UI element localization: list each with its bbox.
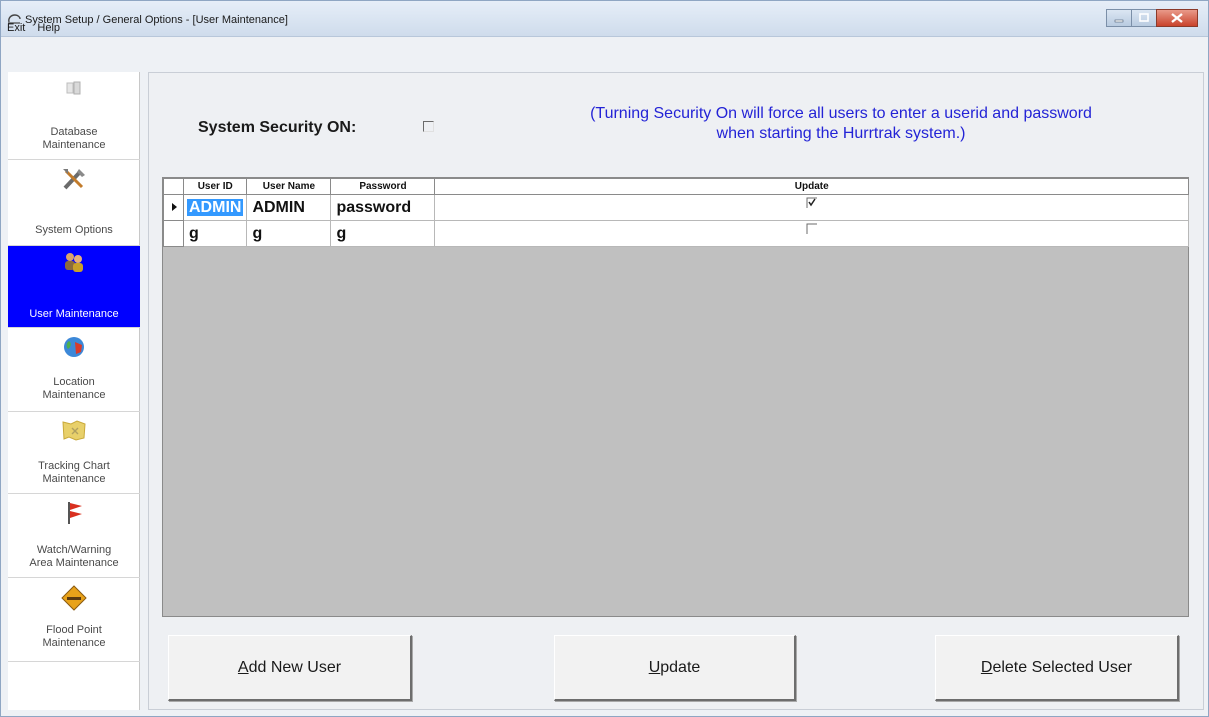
sidebar-item-label: Tracking Chart — [38, 460, 110, 472]
delete-selected-user-button[interactable]: Delete Selected User — [935, 635, 1179, 701]
menu-bar: Exit Help — [1, 22, 1208, 38]
sidebar-item-label: System Options — [35, 224, 113, 236]
add-new-user-button[interactable]: Add New User — [168, 635, 412, 701]
update-checkbox-checked[interactable] — [806, 197, 818, 209]
system-security-checkbox[interactable] — [423, 121, 434, 132]
map-icon — [62, 420, 86, 441]
table-header-row: User ID User Name Password Update — [163, 178, 1189, 195]
tools-icon — [63, 169, 85, 190]
column-header-password[interactable]: Password — [330, 178, 436, 195]
title-bar: System Setup / General Options - [User M… — [1, 1, 1208, 37]
sidebar-item-label: Maintenance — [42, 637, 106, 649]
table-row[interactable]: ADMIN ADMIN password — [163, 194, 1189, 221]
table-row[interactable]: g g g — [163, 220, 1189, 247]
update-checkbox[interactable] — [806, 223, 818, 235]
button-label: Add New User — [237, 658, 342, 676]
update-button[interactable]: Update — [554, 635, 796, 701]
cell-user-name[interactable]: g — [246, 220, 332, 247]
row-header — [163, 220, 184, 247]
flood-sign-icon — [61, 585, 87, 611]
button-label: Delete Selected User — [980, 658, 1133, 676]
system-security-label: System Security ON: — [198, 119, 357, 136]
sidebar-item-label: Database — [50, 126, 98, 138]
button-label: Update — [648, 658, 701, 676]
sidebar-item-location-maintenance[interactable]: Location Maintenance — [8, 328, 140, 412]
security-notice-line: when starting the Hurrtrak system.) — [716, 125, 966, 142]
row-header-corner — [163, 178, 184, 195]
column-header-user-id[interactable]: User ID — [182, 178, 248, 195]
sidebar-item-label: Area Maintenance — [29, 557, 119, 569]
sidebar-item-user-maintenance[interactable]: User Maintenance — [8, 246, 140, 328]
sidebar-item-label: Maintenance — [42, 139, 106, 151]
column-header-update[interactable]: Update — [434, 178, 1189, 195]
sidebar-item-label: Maintenance — [42, 473, 106, 485]
cell-update — [434, 194, 1189, 221]
users-table: User ID User Name Password Update ADMIN … — [163, 178, 1189, 247]
cell-user-id[interactable]: g — [182, 220, 248, 247]
cell-password[interactable]: g — [330, 220, 436, 247]
app-window: System Setup / General Options - [User M… — [0, 0, 1209, 717]
security-notice: (Turning Security On will force all user… — [521, 104, 1161, 144]
sidebar: Database Maintenance System Options User… — [8, 72, 140, 710]
cell-update — [434, 220, 1189, 247]
menu-exit[interactable]: Exit — [7, 22, 25, 34]
sidebar-item-label: Flood Point — [46, 624, 102, 636]
sidebar-item-flood-point-maintenance[interactable]: Flood Point Maintenance — [8, 578, 140, 662]
cell-password[interactable]: password — [330, 194, 436, 221]
sidebar-item-label: User Maintenance — [29, 308, 119, 320]
cell-user-id[interactable]: ADMIN — [182, 194, 248, 221]
sidebar-item-tracking-chart-maintenance[interactable]: Tracking Chart Maintenance — [8, 412, 140, 494]
sidebar-item-system-options[interactable]: System Options — [8, 160, 140, 246]
warning-flag-icon — [68, 502, 82, 524]
database-icon — [66, 81, 81, 95]
users-icon — [65, 253, 83, 272]
sidebar-item-label: Watch/Warning — [36, 544, 112, 556]
current-row-indicator-icon — [163, 194, 184, 221]
security-notice-line: (Turning Security On will force all user… — [590, 105, 1092, 122]
menu-help[interactable]: Help — [37, 22, 60, 34]
sidebar-item-label: Location — [53, 376, 95, 388]
column-header-user-name[interactable]: User Name — [246, 178, 332, 195]
sidebar-item-database-maintenance[interactable]: Database Maintenance — [8, 72, 140, 160]
sidebar-item-watch-warning-area-maintenance[interactable]: Watch/Warning Area Maintenance — [8, 494, 140, 578]
cell-user-name[interactable]: ADMIN — [246, 194, 332, 221]
globe-icon — [64, 337, 84, 357]
sidebar-item-label: Maintenance — [42, 389, 106, 401]
users-grid: User ID User Name Password Update ADMIN … — [162, 177, 1189, 617]
